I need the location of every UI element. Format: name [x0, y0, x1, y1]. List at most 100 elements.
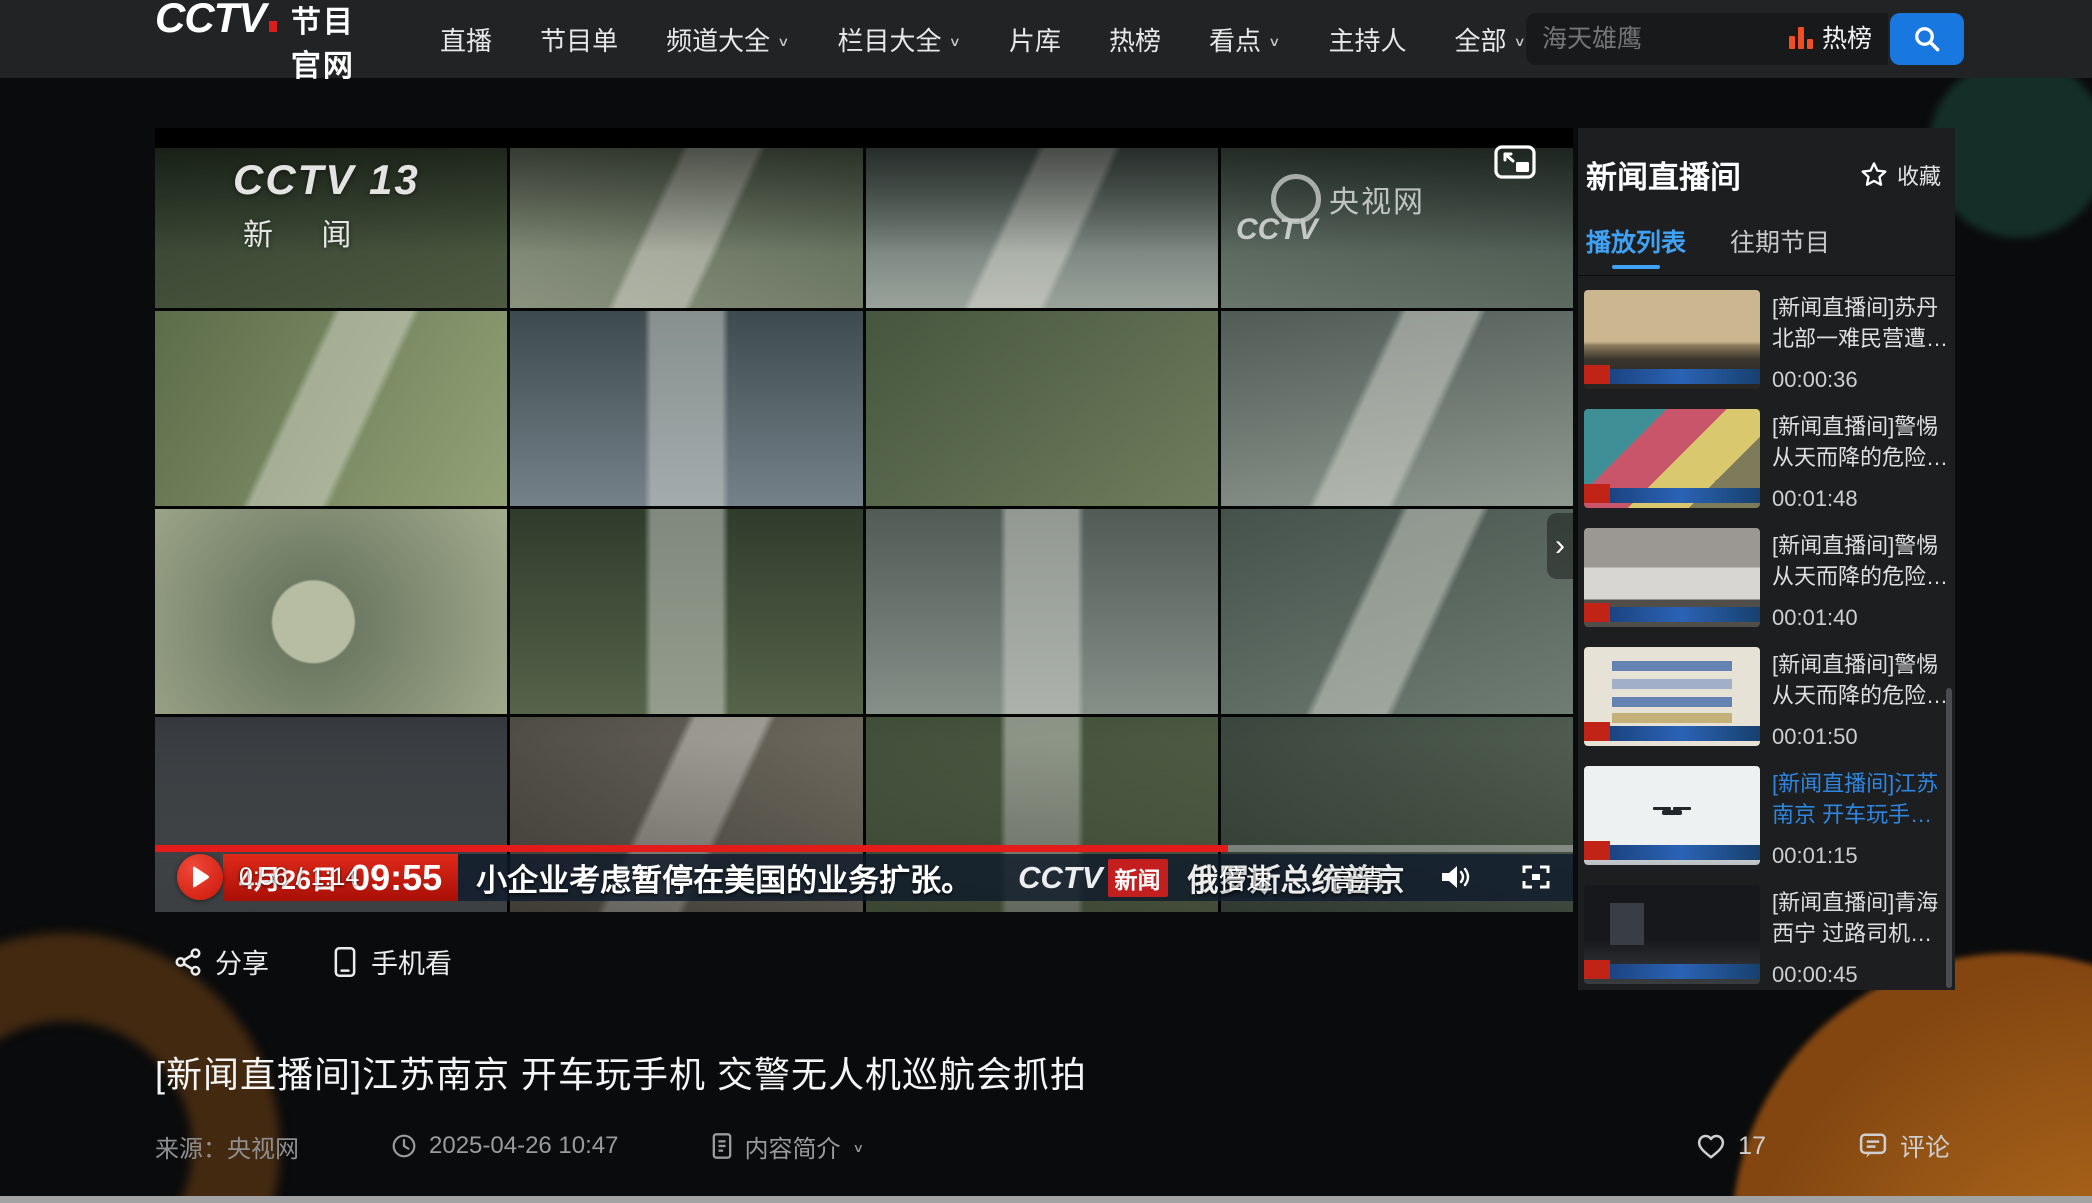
surveillance-feed-cell	[510, 509, 862, 714]
nav-item-live[interactable]: 直播	[440, 21, 492, 58]
video-thumbnail[interactable]	[1584, 528, 1760, 627]
cctv-watermark: CCTV 央视网	[1271, 174, 1425, 224]
nav-item-library[interactable]: 片库	[1009, 21, 1061, 58]
sidebar-collapse-handle[interactable]: ›	[1547, 513, 1573, 579]
surveillance-feed-cell	[1221, 509, 1573, 714]
tab-playlist[interactable]: 播放列表	[1586, 223, 1686, 269]
cctv-logo[interactable]: CCTV 节目官网	[155, 0, 378, 85]
playback-speed-button[interactable]: 倍速	[1219, 858, 1273, 897]
quality-button[interactable]: 高清	[1329, 858, 1383, 897]
surveillance-feed-cell	[155, 311, 507, 506]
like-button[interactable]: 17	[1696, 1132, 1766, 1161]
picture-in-picture-icon	[1494, 145, 1536, 179]
playlist-item-duration: 00:01:15	[1772, 843, 1949, 869]
share-icon	[173, 947, 203, 977]
playlist-item-current[interactable]: [新闻直播间]江苏南京 开车玩手机 交警无人 00:01:15	[1584, 766, 1949, 869]
nav-item-hosts[interactable]: 主持人	[1329, 21, 1407, 58]
volume-button[interactable]	[1439, 863, 1471, 891]
nav-item-channels[interactable]: 频道大全∨	[666, 21, 789, 58]
summary-toggle[interactable]: 内容简介 ∨	[711, 1129, 865, 1164]
chevron-down-icon: ∨	[949, 35, 961, 50]
playlist-sidebar: 新闻直播间 收藏 播放列表 往期节目 [新闻直播间]苏丹 北部一难民营遭无人机 0…	[1578, 128, 1955, 990]
nav-item-all[interactable]: 全部∨	[1455, 21, 1526, 58]
playlist-item-title[interactable]: [新闻直播间]警惕从天而降的危险 山西晋城	[1772, 530, 1949, 592]
nav-item-highlights[interactable]: 看点∨	[1209, 21, 1280, 58]
playlist-item[interactable]: [新闻直播间]苏丹 北部一难民营遭无人机 00:00:36	[1584, 290, 1949, 393]
playlist: [新闻直播间]苏丹 北部一难民营遭无人机 00:00:36 [新闻直播间]警惕从天…	[1578, 276, 1955, 988]
program-title: 新闻直播间	[1586, 152, 1741, 197]
star-icon	[1860, 161, 1888, 188]
surveillance-feed-cell	[866, 148, 1218, 308]
playlist-item-title[interactable]: [新闻直播间]警惕从天而降的危险 湖北宜昌	[1772, 411, 1949, 473]
playlist-item-duration: 00:00:36	[1772, 367, 1949, 393]
sidebar-header: 新闻直播间 收藏	[1578, 128, 1955, 197]
video-thumbnail[interactable]	[1584, 766, 1760, 865]
playlist-item-duration: 00:01:40	[1772, 605, 1949, 631]
chevron-down-icon: ∨	[777, 35, 789, 50]
sidebar-tabs: 播放列表 往期节目	[1578, 197, 1955, 269]
search-area: 热榜	[1526, 13, 1964, 65]
comment-button[interactable]: 评论	[1858, 1128, 1950, 1164]
playlist-item[interactable]: [新闻直播间]警惕从天而降的危险 山西晋城 00:01:40	[1584, 528, 1949, 631]
surveillance-feed-cell	[866, 509, 1218, 714]
mobile-phone-icon	[331, 946, 359, 978]
play-button[interactable]	[177, 854, 223, 900]
nav-item-hot[interactable]: 热榜	[1109, 21, 1161, 58]
playlist-item-title[interactable]: [新闻直播间]青海西宁 过路司机气道异物阻	[1772, 887, 1949, 949]
video-thumbnail[interactable]	[1584, 647, 1760, 746]
cctv-logo-text: CCTV	[155, 0, 265, 42]
video-thumbnail[interactable]	[1584, 885, 1760, 984]
document-icon	[711, 1132, 733, 1160]
horizontal-scrollbar[interactable]	[0, 1196, 2092, 1203]
fullscreen-button[interactable]	[1521, 863, 1551, 891]
surveillance-feed-cell	[1221, 311, 1573, 506]
playlist-item[interactable]: [新闻直播间]警惕从天而降的危险 湖北宜昌00:01:48	[1584, 409, 1949, 512]
video-actions: 分享 手机看	[173, 942, 452, 981]
playlist-item[interactable]: [新闻直播间]警惕从天而降的危险 高空抛物 00:01:50	[1584, 647, 1949, 750]
video-title: [新闻直播间]江苏南京 开车玩手机 交警无人机巡航会抓拍	[155, 1046, 1087, 1098]
hot-search-link[interactable]: 热榜	[1789, 26, 1872, 52]
chevron-right-icon: ›	[1555, 529, 1565, 563]
hot-bars-icon	[1789, 28, 1813, 52]
channel-bug-cctv13: CCTV 13 新 闻	[233, 156, 420, 254]
nav-item-programs[interactable]: 栏目大全∨	[838, 21, 961, 58]
tab-past-episodes[interactable]: 往期节目	[1730, 223, 1830, 269]
playlist-item[interactable]: [新闻直播间]青海西宁 过路司机气道异物阻00:00:45	[1584, 885, 1949, 988]
watermark-ring-icon: CCTV	[1271, 174, 1321, 224]
chevron-down-icon: ∨	[1268, 35, 1280, 50]
surveillance-feed-cell	[510, 148, 862, 308]
nav-item-schedule[interactable]: 节目单	[540, 21, 618, 58]
progress-played	[155, 845, 1228, 852]
source-label: 来源：央视网	[155, 1129, 299, 1164]
favorite-button[interactable]: 收藏	[1860, 159, 1941, 191]
share-button[interactable]: 分享	[173, 942, 269, 981]
background-decoration	[1732, 953, 2092, 1203]
thumbnail-caption-strip	[1584, 726, 1760, 741]
picture-in-picture-button[interactable]	[1494, 145, 1536, 182]
surveillance-feed-cell	[510, 311, 862, 506]
time-display: 0:56 / 1:14	[239, 863, 359, 892]
play-icon	[189, 865, 211, 889]
video-thumbnail[interactable]	[1584, 290, 1760, 389]
video-thumbnail[interactable]	[1584, 409, 1760, 508]
volume-icon	[1439, 863, 1471, 891]
playlist-item-title[interactable]: [新闻直播间]苏丹 北部一难民营遭无人机	[1772, 292, 1949, 354]
video-player[interactable]: CCTV 13 新 闻 CCTV 央视网 › 4月26日 09:55 小企业考虑…	[155, 128, 1573, 912]
nav-menu: 直播 节目单 频道大全∨ 栏目大全∨ 片库 热榜 看点∨ 主持人 全部∨	[440, 21, 1526, 58]
playlist-scrollbar[interactable]	[1946, 688, 1952, 988]
chevron-down-icon: ∨	[853, 1141, 865, 1156]
video-meta: 来源：央视网 2025-04-26 10:47 内容简介 ∨ 17 评论	[155, 1128, 1950, 1164]
watch-on-mobile-button[interactable]: 手机看	[331, 942, 452, 981]
progress-bar[interactable]	[155, 845, 1573, 852]
logo-red-dot-icon	[269, 21, 277, 32]
playlist-item-duration: 00:01:50	[1772, 724, 1949, 750]
search-input[interactable]	[1542, 25, 1789, 54]
search-box[interactable]: 热榜	[1526, 13, 1888, 65]
search-button[interactable]	[1890, 13, 1964, 65]
page: CCTV 节目官网 直播 节目单 频道大全∨ 栏目大全∨ 片库 热榜 看点∨ 主…	[0, 0, 2092, 1203]
thumbnail-caption-strip	[1584, 369, 1760, 384]
surveillance-feed-cell	[155, 509, 507, 714]
playlist-item-title[interactable]: [新闻直播间]江苏南京 开车玩手机 交警无人	[1772, 768, 1949, 830]
playlist-item-title[interactable]: [新闻直播间]警惕从天而降的危险 高空抛物	[1772, 649, 1949, 711]
publish-time: 2025-04-26 10:47	[391, 1132, 619, 1160]
